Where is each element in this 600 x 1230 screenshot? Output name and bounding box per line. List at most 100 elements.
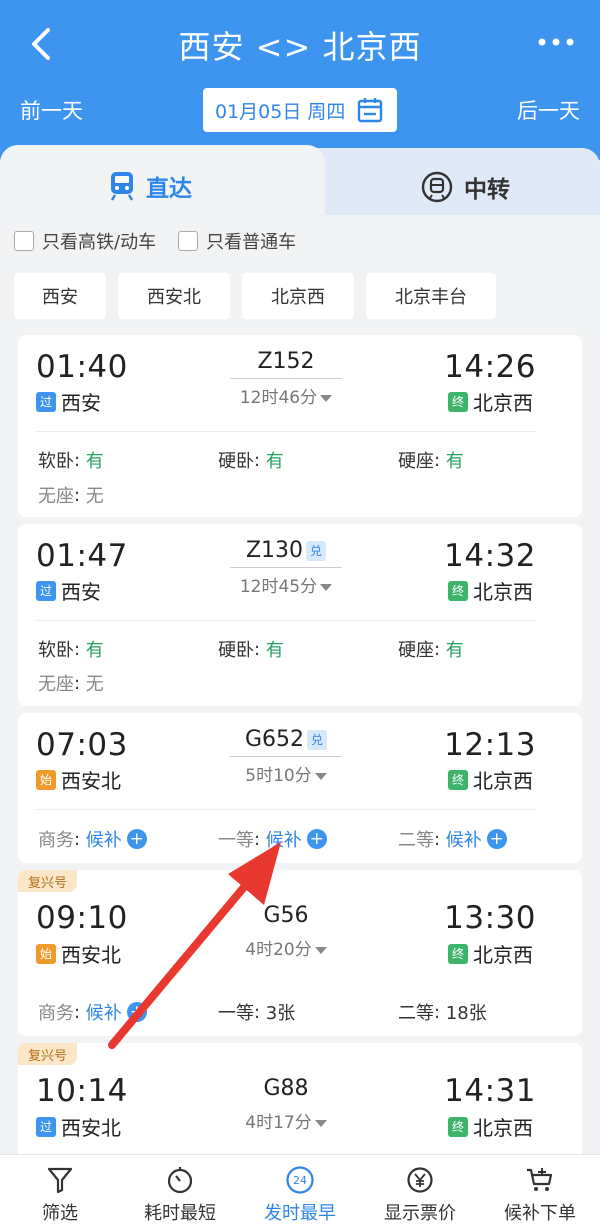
arrival-time: 12:13 <box>444 727 536 763</box>
high-speed-only-checkbox[interactable]: 只看高铁/动车 <box>14 228 156 254</box>
route-tabs: 中转 直达 <box>0 145 600 215</box>
next-day-button[interactable]: 后一天 <box>517 95 580 125</box>
departure-time: 01:47 <box>36 538 128 574</box>
train-number[interactable]: Z130 兑 <box>230 538 342 568</box>
duration[interactable]: 12时46分 <box>230 383 342 408</box>
duration[interactable]: 12时45分 <box>230 572 342 597</box>
station-filters: 西安 西安北 北京西 北京丰台 <box>14 273 496 319</box>
train-number[interactable]: Z152 <box>230 349 342 379</box>
train-no: G56 <box>263 903 309 928</box>
checkbox-label: 只看普通车 <box>206 232 297 253</box>
departure-station: 始西安北 <box>36 765 121 794</box>
train-number[interactable]: G88 <box>230 1076 342 1105</box>
seat-name: 硬卧 <box>218 640 254 661</box>
station-chip-beijingxi[interactable]: 北京西 <box>242 273 354 319</box>
station-chip-beijingfengtai[interactable]: 北京丰台 <box>366 273 496 319</box>
train-number[interactable]: G652 兑 <box>230 727 342 757</box>
checkbox-box <box>178 231 199 251</box>
departure-station: 过西安 <box>36 576 101 605</box>
departure-station: 过西安北 <box>36 1112 121 1141</box>
duration[interactable]: 4时17分 <box>230 1108 342 1133</box>
terminal-tag: 终 <box>448 391 468 412</box>
arrival-station: 终北京西 <box>448 765 533 794</box>
departure-station: 过西安 <box>36 387 101 416</box>
add-waitlist-icon[interactable]: + <box>126 1002 147 1022</box>
seat-info: 硬卧: 有 <box>218 636 284 662</box>
seat-info: 无座: 无 <box>38 482 104 508</box>
cart-plus-icon <box>527 1168 553 1191</box>
waitlist-order-button[interactable]: 候补下单 <box>480 1155 600 1230</box>
arrival-time: 14:26 <box>444 349 536 385</box>
seat-info[interactable]: 商务: 候补 + <box>38 999 147 1025</box>
train-card[interactable]: 复兴号 09:10 始西安北 G56 4时20分 13:30 终北京西 商务: … <box>18 870 582 1036</box>
train-number[interactable]: G56 <box>230 903 342 932</box>
tab-transfer[interactable]: 中转 <box>308 148 600 215</box>
terminal-tag: 终 <box>448 769 468 790</box>
pass-tag: 过 <box>36 1116 56 1137</box>
terminal-tag: 终 <box>448 943 468 964</box>
sort-earliest-button[interactable]: 24 发时最早 <box>240 1155 360 1230</box>
terminal-tag: 终 <box>448 1116 468 1137</box>
train-card[interactable]: 01:40 过西安 Z152 12时46分 14:26 终北京西 软卧: 有 硬… <box>18 335 582 517</box>
duration[interactable]: 4时20分 <box>230 935 342 960</box>
seat-name: 软卧 <box>38 640 74 661</box>
seat-value: 18张 <box>445 1003 487 1024</box>
station-name: 北京西 <box>473 391 533 415</box>
duration-text: 12时45分 <box>239 577 318 597</box>
train-card[interactable]: 01:47 过西安 Z130 兑 12时45分 14:32 终北京西 软卧: 有 … <box>18 524 582 706</box>
duration[interactable]: 5时10分 <box>230 761 342 786</box>
station-name: 西安北 <box>61 1116 121 1140</box>
origin-tag: 始 <box>36 769 56 790</box>
divider <box>36 809 536 810</box>
calendar-icon <box>358 98 383 123</box>
seat-info[interactable]: 一等: 候补 + <box>218 826 327 852</box>
tab-direct-label: 直达 <box>146 176 192 202</box>
seat-info: 软卧: 有 <box>38 447 104 473</box>
seat-value: 无 <box>85 486 104 507</box>
checkbox-label: 只看高铁/动车 <box>42 232 157 253</box>
toolbar-label: 显示票价 <box>384 1203 456 1224</box>
transfer-train-icon <box>421 171 453 203</box>
seat-info[interactable]: 二等: 候补 + <box>398 826 507 852</box>
show-price-button[interactable]: 显示票价 <box>360 1155 480 1230</box>
waitlist-link[interactable]: 候补 <box>86 999 122 1025</box>
seat-value: 有 <box>445 640 464 661</box>
caret-down-icon <box>320 583 333 591</box>
duration-text: 4时20分 <box>245 940 312 960</box>
waitlist-link[interactable]: 候补 <box>446 826 482 852</box>
add-waitlist-icon[interactable]: + <box>126 829 147 849</box>
train-card[interactable]: 07:03 始西安北 G652 兑 5时10分 12:13 终北京西 商务: 候补… <box>18 713 582 863</box>
station-chip-xianbei[interactable]: 西安北 <box>118 273 230 319</box>
seat-value: 有 <box>265 640 284 661</box>
tab-direct[interactable]: 直达 <box>0 145 325 215</box>
station-name: 北京西 <box>473 1116 533 1140</box>
seat-info: 硬卧: 有 <box>218 447 284 473</box>
station-chip-xian[interactable]: 西安 <box>14 273 106 319</box>
seat-name: 一等 <box>218 1003 254 1024</box>
filter-icon <box>47 1167 73 1194</box>
waitlist-link[interactable]: 候补 <box>86 826 122 852</box>
waitlist-link[interactable]: 候补 <box>266 826 302 852</box>
departure-time: 09:10 <box>36 900 128 936</box>
top-header: 西安 <> 北京西 前一天 01月05日 周四 后一天 <box>0 0 600 160</box>
train-no: Z152 <box>257 349 315 374</box>
add-waitlist-icon[interactable]: + <box>486 829 507 849</box>
seat-info[interactable]: 商务: 候补 + <box>38 826 147 852</box>
prev-day-button[interactable]: 前一天 <box>20 95 83 125</box>
add-waitlist-icon[interactable]: + <box>306 829 327 849</box>
arrival-time: 14:31 <box>444 1073 536 1109</box>
regular-only-checkbox[interactable]: 只看普通车 <box>178 228 296 254</box>
date-picker[interactable]: 01月05日 周四 <box>203 88 397 132</box>
seat-value: 有 <box>445 451 464 472</box>
pass-tag: 过 <box>36 580 56 601</box>
train-icon <box>110 172 134 201</box>
filter-button[interactable]: 筛选 <box>0 1155 120 1230</box>
sort-shortest-button[interactable]: 耗时最短 <box>120 1155 240 1230</box>
seat-info: 一等: 3张 <box>218 999 295 1025</box>
seat-info: 硬座: 有 <box>398 447 464 473</box>
more-menu-icon[interactable] <box>536 30 576 54</box>
pass-tag: 过 <box>36 391 56 412</box>
arrival-time: 13:30 <box>444 900 536 936</box>
station-name: 北京西 <box>473 580 533 604</box>
toolbar-label: 发时最早 <box>264 1203 336 1224</box>
